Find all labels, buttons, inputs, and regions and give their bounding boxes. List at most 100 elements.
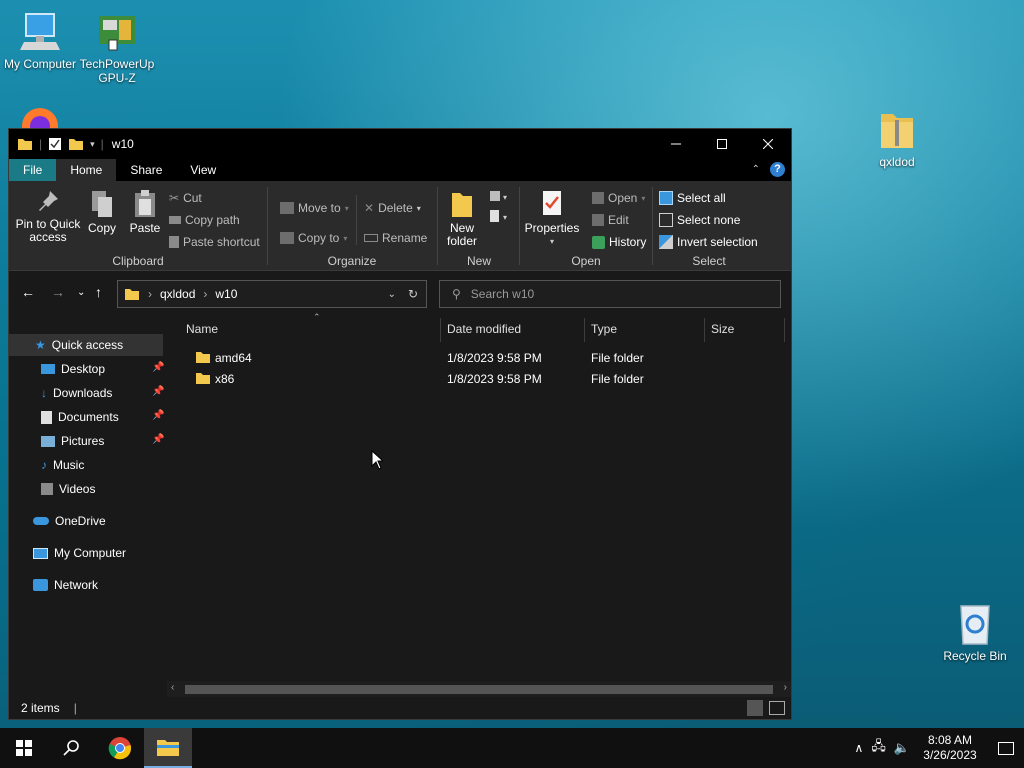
recent-locations-chevron-icon[interactable]: ⌄ — [77, 287, 85, 298]
delete-button[interactable]: ✕ Delete ▾ — [364, 201, 421, 215]
column-header-type[interactable]: Type — [591, 322, 617, 336]
chevron-down-icon[interactable]: ▾ — [90, 139, 95, 150]
refresh-icon[interactable]: ↻ — [408, 287, 418, 301]
ribbon-tabs: File Home Share View ⌃ ? — [9, 159, 791, 181]
volume-icon[interactable]: 🔈 — [894, 740, 910, 756]
scroll-left-icon[interactable]: ‹ — [171, 682, 174, 693]
open-button[interactable]: Open ▾ — [592, 191, 645, 205]
maximize-button[interactable] — [699, 129, 745, 159]
file-list: ⌃ Name Date modified Type Size amd64 1/8… — [167, 312, 791, 697]
desktop-icon-label: qxldod — [879, 155, 915, 169]
notifications-icon[interactable] — [998, 741, 1014, 755]
file-explorer-taskbar-button[interactable] — [144, 728, 192, 768]
delete-icon: ✕ — [364, 201, 375, 215]
easy-access-icon[interactable]: ▾ — [488, 209, 512, 226]
network-icon[interactable]: 🖧 — [871, 737, 886, 759]
horizontal-scrollbar[interactable]: ‹ › — [167, 681, 791, 697]
file-name: amd64 — [215, 351, 252, 365]
chevron-up-icon[interactable]: ∧ — [855, 741, 864, 755]
properties-icon[interactable] — [48, 137, 62, 151]
address-bar[interactable]: › qxldod › w10 ⌄ ↻ — [117, 280, 427, 308]
help-icon[interactable]: ? — [770, 162, 785, 177]
folder-icon — [196, 352, 210, 363]
pin-icon[interactable]: 📌 — [152, 434, 164, 445]
details-view-icon[interactable] — [747, 700, 763, 716]
select-all-button[interactable]: Select all — [659, 191, 726, 205]
copy-to-button[interactable]: Copy to ▾ — [280, 231, 347, 245]
column-header-name[interactable]: Name — [186, 322, 218, 336]
desktop-icon-qxldod[interactable]: qxldod — [857, 108, 937, 169]
edit-button[interactable]: Edit — [592, 213, 629, 227]
file-row[interactable]: x86 1/8/2023 9:58 PM File folder — [187, 369, 777, 389]
nav-quick-access[interactable]: ★ Quick access — [9, 334, 163, 356]
open-group-label: Open — [571, 254, 601, 268]
cut-button[interactable]: ✂ Cut — [169, 191, 202, 205]
navigation-pane: ★ Quick access Desktop 📌 ↓ Downloads 📌 D… — [9, 314, 166, 697]
scrollbar-thumb[interactable] — [185, 685, 773, 694]
paste-shortcut-button[interactable]: Paste shortcut — [169, 235, 260, 249]
chrome-button[interactable] — [96, 728, 144, 768]
tab-view[interactable]: View — [176, 159, 230, 181]
pin-to-quick-access-button[interactable]: Pin to Quick access — [13, 189, 83, 244]
pin-icon[interactable]: 📌 — [152, 386, 164, 397]
nav-pictures[interactable]: Pictures — [9, 430, 104, 452]
nav-downloads[interactable]: ↓ Downloads — [9, 382, 112, 404]
start-button[interactable] — [0, 728, 48, 768]
rename-button[interactable]: Rename — [364, 231, 427, 245]
folder-icon — [196, 373, 210, 384]
forward-arrow-icon[interactable]: → — [51, 284, 65, 300]
nav-onedrive[interactable]: OneDrive — [9, 510, 106, 532]
paste-button[interactable]: Paste — [127, 189, 163, 235]
computer-icon — [20, 13, 60, 50]
nav-network[interactable]: Network — [9, 574, 98, 596]
invert-selection-button[interactable]: Invert selection — [659, 235, 758, 249]
pin-icon[interactable]: 📌 — [152, 362, 164, 373]
nav-desktop[interactable]: Desktop — [9, 358, 105, 380]
breadcrumb-w10[interactable]: w10 — [215, 287, 237, 301]
tab-home[interactable]: Home — [56, 159, 117, 181]
pin-icon[interactable]: 📌 — [152, 410, 164, 421]
copy-path-button[interactable]: Copy path — [169, 213, 240, 227]
title-bar[interactable]: | ▾ | w10 — [9, 129, 791, 159]
star-icon: ★ — [35, 338, 46, 352]
desktop-icon-my-computer[interactable]: My Computer — [0, 10, 80, 71]
select-group-label: Select — [692, 254, 726, 268]
new-item-icon[interactable]: ▾ — [488, 189, 512, 206]
column-header-date-modified[interactable]: Date modified — [447, 322, 521, 336]
clock[interactable]: 8:08 AM 3/26/2023 — [918, 733, 982, 763]
desktop-icon-gpu-z[interactable]: TechPowerUp GPU-Z — [77, 10, 157, 85]
copy-button[interactable]: Copy — [87, 189, 117, 235]
scroll-right-icon[interactable]: › — [784, 682, 787, 693]
new-folder-icon[interactable] — [68, 137, 84, 151]
tab-file[interactable]: File — [9, 159, 57, 181]
back-arrow-icon[interactable]: ← — [21, 284, 35, 300]
nav-my-computer[interactable]: My Computer — [9, 542, 126, 564]
close-button[interactable] — [745, 129, 791, 159]
file-explorer-window: | ▾ | w10 File Home Share View ⌃ ? Pin t… — [8, 128, 792, 720]
tab-share[interactable]: Share — [116, 159, 176, 181]
search-box[interactable]: ⚲ Search w10 — [439, 280, 781, 308]
properties-button[interactable]: Properties ▾ — [524, 189, 580, 248]
new-folder-button[interactable]: New folder — [442, 189, 482, 248]
minimize-button[interactable] — [653, 129, 699, 159]
file-row[interactable]: amd64 1/8/2023 9:58 PM File folder — [187, 348, 777, 368]
sort-indicator-icon: ⌃ — [313, 312, 321, 322]
history-button[interactable]: History — [592, 235, 646, 249]
large-icons-view-icon[interactable] — [769, 701, 785, 715]
taskbar: ∧ 🖧 🔈 8:08 AM 3/26/2023 — [0, 728, 1024, 768]
nav-videos[interactable]: Videos — [9, 478, 95, 500]
column-header-size[interactable]: Size — [711, 322, 734, 336]
breadcrumb-qxldod[interactable]: qxldod — [160, 287, 195, 301]
chrome-icon — [108, 737, 132, 760]
search-button[interactable] — [48, 728, 96, 768]
up-arrow-icon[interactable]: ↑ — [95, 284, 102, 300]
firefox-partial-icon[interactable] — [18, 104, 62, 128]
desktop-icon-recycle-bin[interactable]: Recycle Bin — [935, 602, 1015, 663]
collapse-ribbon-icon[interactable]: ⌃ — [752, 164, 760, 175]
select-none-button[interactable]: Select none — [659, 213, 740, 227]
address-dropdown-icon[interactable]: ⌄ — [388, 289, 396, 300]
nav-documents[interactable]: Documents — [9, 406, 119, 428]
search-icon: ⚲ — [452, 287, 461, 301]
move-to-button[interactable]: Move to ▾ — [280, 201, 349, 215]
nav-music[interactable]: ♪ Music — [9, 454, 84, 476]
